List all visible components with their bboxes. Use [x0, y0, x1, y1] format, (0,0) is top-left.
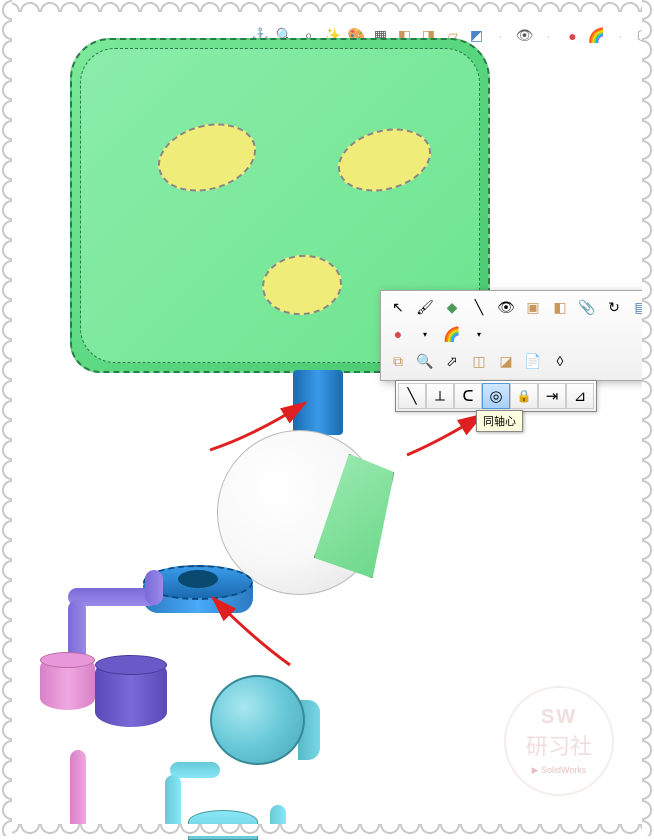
- eye-menu-icon[interactable]: 👁: [493, 295, 519, 319]
- document-icon[interactable]: 📄: [520, 349, 546, 373]
- tangent-mate[interactable]: ᑕ: [454, 383, 482, 409]
- model-cyan-pipe-v[interactable]: [165, 775, 181, 830]
- diamond-green-icon[interactable]: ◆: [439, 295, 465, 319]
- sphere-multi-menu-icon[interactable]: 🌈: [439, 322, 465, 346]
- context-menu: ↖ 🖌 ◆ ╲ 👁 ▣ ◧ 📎 ↻ ▤ ● ▾ 🌈 ▾ ⧉ 🔍 ⬀ ◫ ◪ 📄 …: [380, 290, 654, 381]
- sphere-red-icon[interactable]: ●: [562, 25, 583, 46]
- frame-border: [642, 0, 654, 836]
- eraser-icon[interactable]: ◊: [547, 349, 573, 373]
- perpendicular-mate[interactable]: ⟂: [426, 383, 454, 409]
- brush-icon[interactable]: 🖌: [412, 295, 438, 319]
- paperclip-icon[interactable]: 📎: [574, 295, 600, 319]
- sphere-multi-icon[interactable]: 🌈: [586, 25, 607, 46]
- model-pink-cylinder-top[interactable]: [40, 652, 95, 668]
- context-menu-row-3: ⧉ 🔍 ⬀ ◫ ◪ 📄 ◊: [385, 349, 654, 373]
- box-yellow-icon[interactable]: ◧: [547, 295, 573, 319]
- lock-mate[interactable]: 🔒: [510, 383, 538, 409]
- model-pipe-joint[interactable]: [145, 570, 163, 605]
- model-neck-cylinder[interactable]: [293, 370, 343, 435]
- cad-viewport[interactable]: ⚓ 🔍 ⌕ ✨ 🎨 ▦ ◧ ◨ ▱ ◩ · 👁 · ● 🌈 · 🖵: [10, 10, 644, 826]
- boxes-icon[interactable]: ▣: [520, 295, 546, 319]
- concentric-mate[interactable]: ◎: [482, 383, 510, 409]
- separator-icon: ·: [538, 25, 559, 46]
- coincident-mate[interactable]: ╲: [398, 383, 426, 409]
- angle-mate[interactable]: ⊿: [566, 383, 594, 409]
- frame-border: [0, 824, 654, 836]
- mate-tooltip: 同轴心: [476, 410, 523, 432]
- model-indigo-cylinder-top[interactable]: [95, 655, 167, 675]
- separator-icon: ·: [610, 25, 631, 46]
- context-menu-row-2: ● ▾ 🌈 ▾: [385, 322, 654, 346]
- model-cyan-disc[interactable]: [210, 675, 305, 765]
- line-icon[interactable]: ╲: [466, 295, 492, 319]
- zoom-select-icon[interactable]: 🔍: [412, 349, 438, 373]
- watermark-bot: ▶ SolidWorks: [532, 765, 587, 776]
- watermark-logo: SW 研习社 ▶ SolidWorks: [504, 686, 614, 796]
- watermark-mid: 研习社: [526, 729, 592, 761]
- model-pink-pipe[interactable]: [70, 750, 86, 830]
- mates-toolbar: ╲ ⟂ ᑕ ◎ 🔒 ⇥ ⊿: [395, 380, 597, 412]
- eye-icon[interactable]: 👁: [514, 25, 535, 46]
- cube2-icon[interactable]: ◫: [466, 349, 492, 373]
- rotate-cw-icon[interactable]: ↻: [601, 295, 627, 319]
- select-icon[interactable]: ↖: [385, 295, 411, 319]
- context-menu-row-1: ↖ 🖌 ◆ ╲ 👁 ▣ ◧ 📎 ↻ ▤: [385, 295, 654, 319]
- frame-border: [0, 0, 12, 836]
- dropdown-icon[interactable]: ▾: [412, 322, 438, 346]
- model-ring-hole[interactable]: [178, 570, 218, 588]
- watermark-top: SW: [541, 706, 577, 729]
- distance-mate[interactable]: ⇥: [538, 383, 566, 409]
- separator-icon: ·: [490, 25, 511, 46]
- cube3-icon[interactable]: ◪: [493, 349, 519, 373]
- assembly-icon[interactable]: ⧉: [385, 349, 411, 373]
- sphere-red-menu-icon[interactable]: ●: [385, 322, 411, 346]
- cursor-icon[interactable]: ⬀: [439, 349, 465, 373]
- dropdown-icon[interactable]: ▾: [466, 322, 492, 346]
- frame-border: [0, 0, 654, 12]
